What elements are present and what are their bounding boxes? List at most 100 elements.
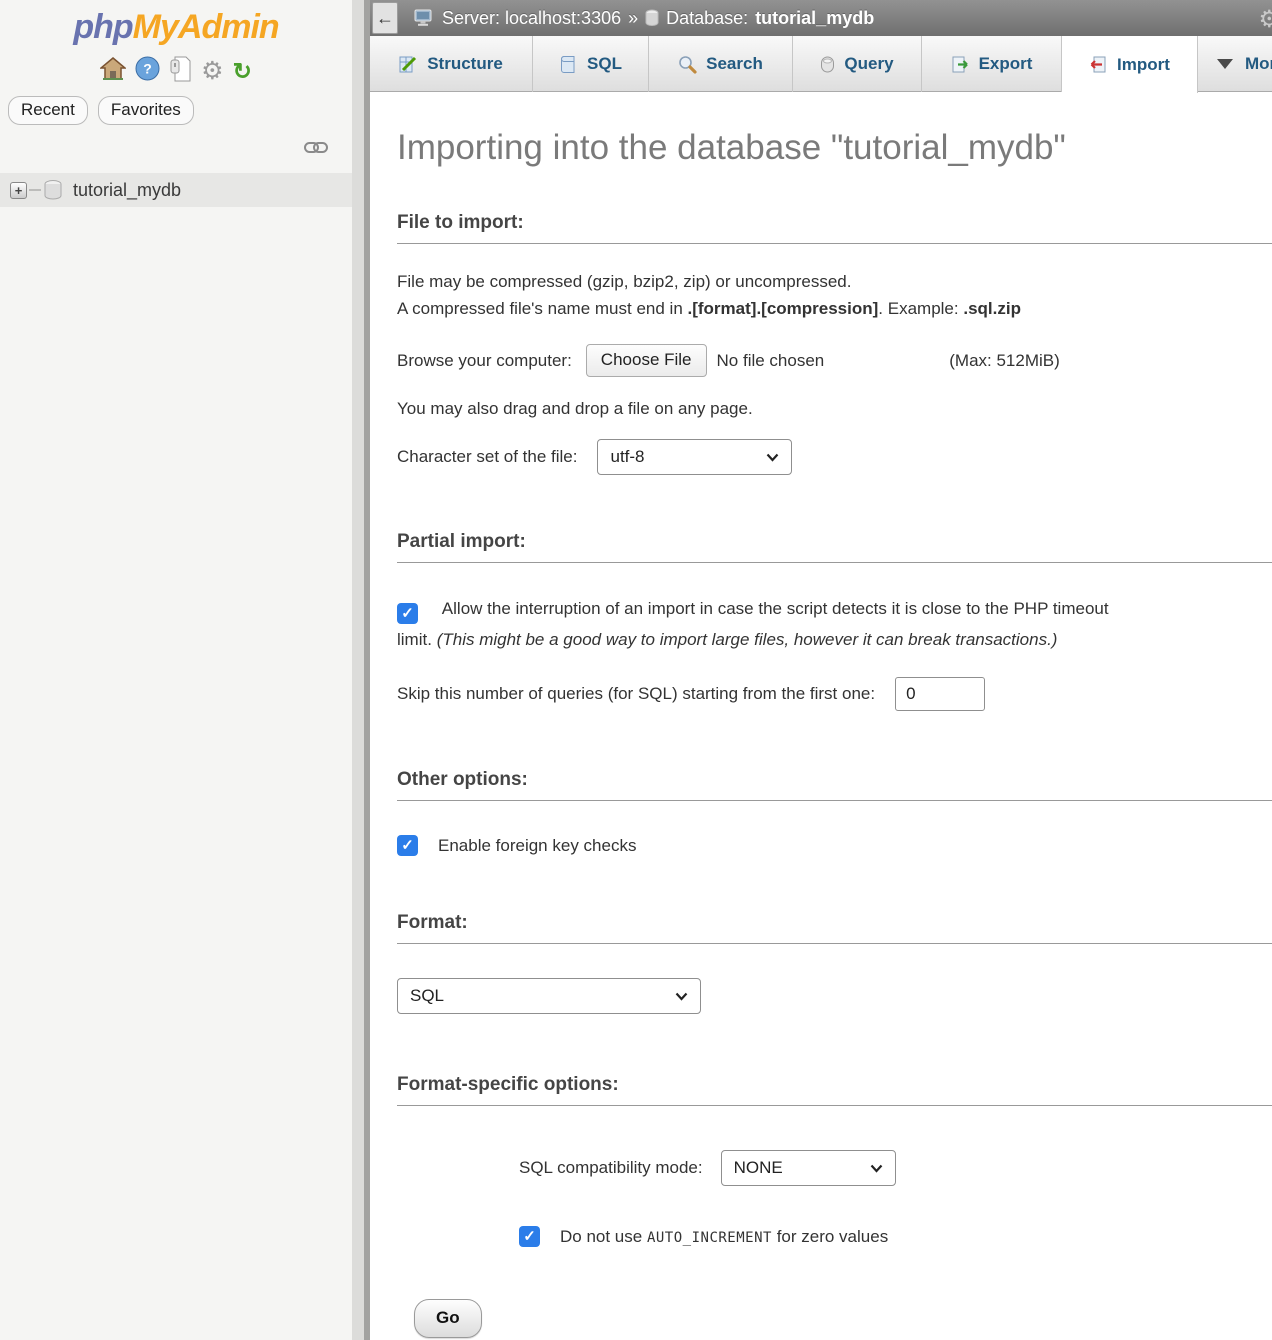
skip-queries-input[interactable] xyxy=(895,677,985,711)
settings-gear-icon[interactable]: ⚙ xyxy=(201,59,223,84)
foreign-key-checkbox[interactable]: ✓ xyxy=(397,835,418,856)
section-partial-import: Partial import: xyxy=(397,531,1272,563)
database-cylinder-icon xyxy=(43,179,63,201)
docs-icon[interactable] xyxy=(169,56,192,87)
logo-myadmin-part: MyAdmin xyxy=(133,8,279,46)
sidebar-scrollbar[interactable] xyxy=(352,0,364,1340)
home-icon[interactable] xyxy=(100,57,126,86)
tab-export-label: Export xyxy=(979,54,1033,74)
dragdrop-row: You may also drag and drop a file on any… xyxy=(397,399,1272,419)
max-size-note: (Max: 512MiB) xyxy=(949,351,1060,371)
tab-import[interactable]: Import xyxy=(1062,36,1198,93)
no-file-chosen-text: No file chosen xyxy=(717,351,825,371)
import-page: Importing into the database "tutorial_my… xyxy=(370,92,1272,1338)
logo-php-part: php xyxy=(73,8,132,46)
favorites-button[interactable]: Favorites xyxy=(98,96,194,125)
tab-more[interactable]: More xyxy=(1203,36,1272,92)
go-button[interactable]: Go xyxy=(414,1299,482,1338)
tab-search-label: Search xyxy=(706,54,763,74)
tree-expand-icon[interactable]: + xyxy=(10,182,27,199)
section-other-options: Other options: xyxy=(397,769,1272,801)
tab-export[interactable]: Export xyxy=(922,36,1062,92)
allow-interrupt-label-line2: limit. xyxy=(397,630,432,649)
main-panel: ← Server: localhost:3306 » Database: tut… xyxy=(370,0,1272,1340)
sidebar-item-tutorial-mydb[interactable]: + tutorial_mydb xyxy=(0,173,352,207)
help-line1: File may be compressed (gzip, bzip2, zip… xyxy=(397,272,851,291)
allow-interrupt-checkbox[interactable]: ✓ xyxy=(397,603,418,624)
breadcrumb-bar: ← Server: localhost:3306 » Database: tut… xyxy=(370,0,1272,36)
sidebar-icon-toolbar: ? ⚙ ↻ xyxy=(0,56,352,86)
file-import-help: File may be compressed (gzip, bzip2, zip… xyxy=(397,268,1272,322)
breadcrumb-database-prefix: Database: xyxy=(666,8,748,29)
auto-increment-label-suffix: for zero values xyxy=(772,1227,888,1246)
svg-text:?: ? xyxy=(143,61,152,77)
breadcrumb: Server: localhost:3306 » Database: tutor… xyxy=(414,8,874,29)
database-tree-label[interactable]: tutorial_mydb xyxy=(73,180,181,201)
tab-structure-label: Structure xyxy=(427,54,503,74)
format-select[interactable]: SQL xyxy=(397,978,701,1014)
phpmyadmin-logo: phpMyAdmin xyxy=(0,0,352,47)
section-format-specific: Format-specific options: xyxy=(397,1074,1272,1106)
auto-increment-row: ✓ Do not use AUTO_INCREMENT for zero val… xyxy=(519,1226,1272,1247)
choose-file-button[interactable]: Choose File xyxy=(586,344,707,377)
structure-icon xyxy=(399,55,418,74)
foreign-key-row: ✓ Enable foreign key checks xyxy=(397,835,1272,856)
check-icon: ✓ xyxy=(401,606,414,621)
export-icon xyxy=(951,55,970,74)
back-button[interactable]: ← xyxy=(372,2,398,34)
browse-label: Browse your computer: xyxy=(397,351,572,371)
sidebar-link-row xyxy=(0,137,352,159)
browse-row: Browse your computer: Choose File No fil… xyxy=(397,344,1272,377)
auto-increment-label-prefix: Do not use xyxy=(560,1227,647,1246)
charset-value: utf-8 xyxy=(610,447,644,467)
format-row: SQL xyxy=(397,978,1272,1014)
server-icon xyxy=(414,9,435,27)
allow-interrupt-note: (This might be a good way to import larg… xyxy=(437,630,1058,649)
dragdrop-text: You may also drag and drop a file on any… xyxy=(397,399,753,419)
breadcrumb-separator: » xyxy=(628,8,638,29)
help-format-pattern: .[format].[compression] xyxy=(688,299,879,318)
foreign-key-label: Enable foreign key checks xyxy=(438,836,636,856)
tab-bar: Structure SQL Search Query Export Import… xyxy=(370,36,1272,92)
sql-icon xyxy=(559,55,578,74)
recent-button[interactable]: Recent xyxy=(8,96,88,125)
tab-query[interactable]: Query xyxy=(793,36,922,92)
help-example: .sql.zip xyxy=(963,299,1021,318)
format-value: SQL xyxy=(410,986,444,1006)
tab-structure[interactable]: Structure xyxy=(370,36,533,92)
tab-import-label: Import xyxy=(1117,55,1170,75)
allow-interrupt-row: ✓ Allow the interruption of an import in… xyxy=(397,593,1272,655)
tab-sql[interactable]: SQL xyxy=(533,36,649,92)
page-title: Importing into the database "tutorial_my… xyxy=(397,128,1272,168)
allow-interrupt-label-line1: Allow the interruption of an import in c… xyxy=(442,599,1109,618)
chevron-down-icon xyxy=(766,453,779,462)
tab-search[interactable]: Search xyxy=(649,36,793,92)
help-line2-mid: . Example: xyxy=(878,299,963,318)
sql-compat-row: SQL compatibility mode: NONE xyxy=(519,1150,1272,1186)
auto-increment-checkbox[interactable]: ✓ xyxy=(519,1226,540,1247)
check-icon: ✓ xyxy=(401,838,414,853)
sql-compat-value: NONE xyxy=(734,1158,783,1178)
breadcrumb-server-link[interactable]: Server: localhost:3306 xyxy=(442,8,621,29)
section-file-to-import: File to import: xyxy=(397,212,1272,244)
page-settings-gear-icon[interactable]: ⚙ xyxy=(1258,5,1272,34)
chevron-down-icon xyxy=(675,992,688,1001)
chevron-down-icon xyxy=(870,1164,883,1173)
link-chain-icon[interactable] xyxy=(304,141,328,154)
help-icon[interactable]: ? xyxy=(135,56,160,86)
format-specific-options: SQL compatibility mode: NONE ✓ Do not us… xyxy=(397,1150,1272,1247)
sql-compat-label: SQL compatibility mode: xyxy=(519,1158,703,1178)
charset-select[interactable]: utf-8 xyxy=(597,439,792,475)
sql-compat-select[interactable]: NONE xyxy=(721,1150,896,1186)
skip-queries-label: Skip this number of queries (for SQL) st… xyxy=(397,684,875,704)
auto-increment-label: Do not use AUTO_INCREMENT for zero value… xyxy=(560,1227,888,1247)
tree-connector xyxy=(29,189,41,191)
help-line2-prefix: A compressed file's name must end in xyxy=(397,299,688,318)
database-icon xyxy=(645,9,659,27)
refresh-icon[interactable]: ↻ xyxy=(233,60,252,83)
search-icon xyxy=(678,55,697,74)
import-icon xyxy=(1089,55,1108,74)
sidebar-quick-tabs: Recent Favorites xyxy=(8,96,352,125)
breadcrumb-database-name[interactable]: tutorial_mydb xyxy=(755,8,874,29)
sidebar: phpMyAdmin ? ⚙ ↻ Recent Favorites + tuto… xyxy=(0,0,352,1340)
